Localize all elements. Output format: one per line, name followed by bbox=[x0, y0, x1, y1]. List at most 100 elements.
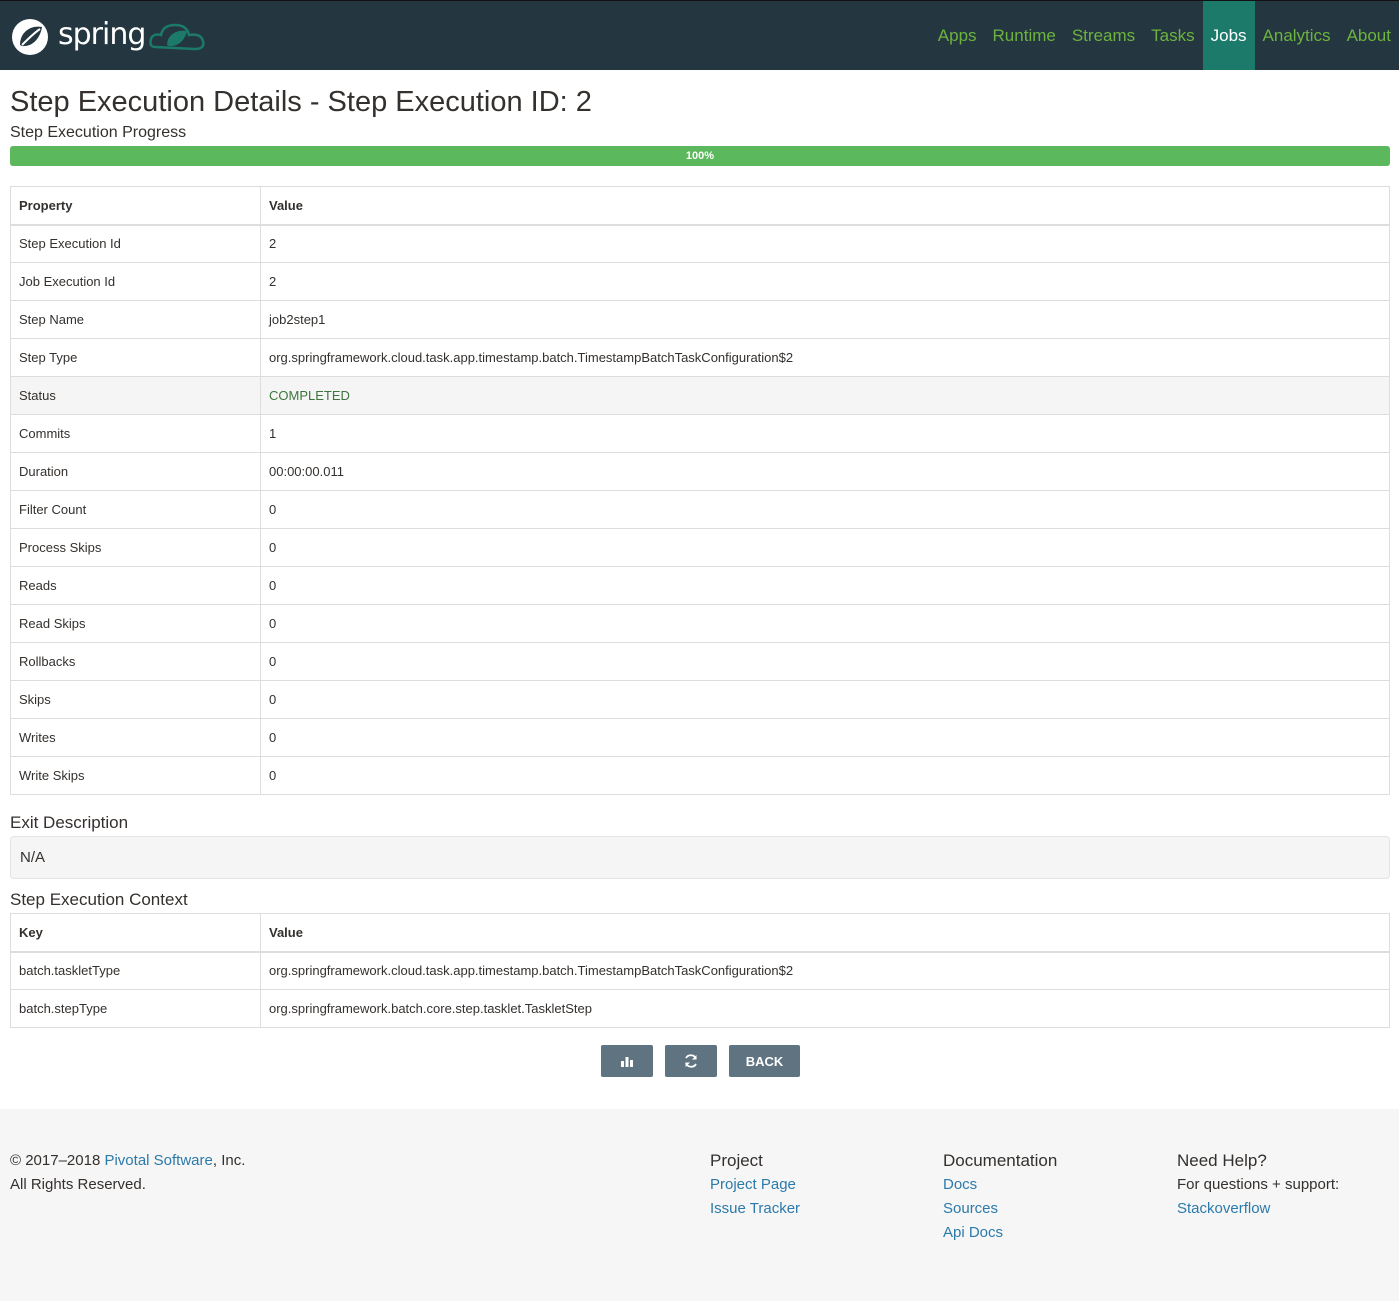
value-cell: 0 bbox=[260, 680, 1390, 719]
value-cell: job2step1 bbox=[260, 300, 1390, 339]
property-cell: Step Execution Id bbox=[10, 224, 261, 263]
footer-project: Project Project Page Issue Tracker bbox=[710, 1149, 800, 1221]
step-context-title: Step Execution Context bbox=[10, 890, 188, 909]
nav-analytics[interactable]: Analytics bbox=[1255, 1, 1339, 70]
table-row: Filter Count 0 bbox=[10, 490, 1390, 529]
table-row: Writes 0 bbox=[10, 718, 1390, 757]
refresh-icon bbox=[685, 1054, 697, 1068]
footer: © 2017–2018 Pivotal Software, Inc. All R… bbox=[0, 1109, 1399, 1301]
table-header-row: Key Value bbox=[10, 913, 1390, 953]
property-cell: Process Skips bbox=[10, 528, 261, 567]
context-value: org.springframework.cloud.task.app.times… bbox=[260, 951, 1390, 990]
progress-track: 100% bbox=[10, 146, 1390, 166]
value-cell: 0 bbox=[260, 528, 1390, 567]
pivotal-link[interactable]: Pivotal Software bbox=[104, 1152, 212, 1169]
action-buttons: BACK bbox=[601, 1045, 800, 1077]
column-header-value: Value bbox=[260, 186, 1390, 226]
table-row: Job Execution Id 2 bbox=[10, 262, 1390, 301]
back-button[interactable]: BACK bbox=[729, 1045, 800, 1077]
table-row: Step Execution Id 2 bbox=[10, 224, 1390, 263]
rights-text: All Rights Reserved. bbox=[10, 1176, 146, 1193]
footer-help: Need Help? For questions + support: Stac… bbox=[1177, 1149, 1339, 1221]
footer-project-title: Project bbox=[710, 1151, 763, 1170]
table-row: Status COMPLETED bbox=[10, 376, 1390, 415]
footer-help-text: For questions + support: bbox=[1177, 1176, 1340, 1193]
property-cell: Writes bbox=[10, 718, 261, 757]
value-cell: 0 bbox=[260, 490, 1390, 529]
property-cell: Reads bbox=[10, 566, 261, 605]
property-cell: Status bbox=[10, 376, 261, 415]
progress-chart-button[interactable] bbox=[601, 1045, 653, 1077]
property-cell: Job Execution Id bbox=[10, 262, 261, 301]
api-docs-link[interactable]: Api Docs bbox=[943, 1221, 1057, 1245]
nav-jobs[interactable]: Jobs bbox=[1202, 1, 1255, 70]
context-key: batch.taskletType bbox=[10, 951, 261, 990]
project-page-link[interactable]: Project Page bbox=[710, 1173, 800, 1197]
footer-documentation: Documentation Docs Sources Api Docs bbox=[943, 1149, 1057, 1245]
value-cell: 0 bbox=[260, 718, 1390, 757]
table-row: Rollbacks 0 bbox=[10, 642, 1390, 681]
refresh-button[interactable] bbox=[665, 1045, 717, 1077]
value-cell: 00:00:00.011 bbox=[260, 452, 1390, 491]
table-row: batch.taskletType org.springframework.cl… bbox=[10, 951, 1390, 990]
table-row: Step Type org.springframework.cloud.task.… bbox=[10, 338, 1390, 377]
value-cell: 0 bbox=[260, 604, 1390, 643]
progress-label: Step Execution Progress bbox=[10, 124, 187, 141]
column-header-value: Value bbox=[260, 913, 1390, 953]
copyright-prefix: © 2017–2018 bbox=[10, 1152, 105, 1169]
spring-logo[interactable]: spring bbox=[10, 17, 209, 57]
property-cell: Skips bbox=[10, 680, 261, 719]
property-cell: Filter Count bbox=[10, 490, 261, 529]
property-cell: Read Skips bbox=[10, 604, 261, 643]
property-cell: Step Type bbox=[10, 338, 261, 377]
copyright-line: © 2017–2018 Pivotal Software, Inc. bbox=[10, 1149, 245, 1173]
sources-link[interactable]: Sources bbox=[943, 1197, 1057, 1221]
context-value: org.springframework.batch.core.step.task… bbox=[260, 989, 1390, 1028]
footer-copyright: © 2017–2018 Pivotal Software, Inc. All R… bbox=[10, 1149, 245, 1197]
nav-runtime[interactable]: Runtime bbox=[985, 1, 1064, 70]
progress-bar: 100% bbox=[10, 146, 1390, 166]
value-cell: org.springframework.cloud.task.app.times… bbox=[260, 338, 1390, 377]
value-cell: 2 bbox=[260, 224, 1390, 263]
value-cell: 0 bbox=[260, 642, 1390, 681]
column-header-property: Property bbox=[10, 186, 261, 226]
top-navbar: spring Apps Runtime Streams Tasks Jobs A… bbox=[0, 0, 1399, 70]
table-header-row: Property Value bbox=[10, 186, 1390, 226]
exit-description-value: N/A bbox=[10, 836, 1390, 879]
table-row: Write Skips 0 bbox=[10, 756, 1390, 795]
value-cell: 0 bbox=[260, 566, 1390, 605]
value-cell: 0 bbox=[260, 756, 1390, 795]
bar-chart-icon bbox=[621, 1057, 633, 1067]
main-nav: Apps Runtime Streams Tasks Jobs Analytic… bbox=[930, 1, 1399, 70]
property-cell: Rollbacks bbox=[10, 642, 261, 681]
table-row: Commits 1 bbox=[10, 414, 1390, 453]
spring-leaf-icon bbox=[12, 19, 48, 55]
table-row: batch.stepType org.springframework.batch… bbox=[10, 989, 1390, 1028]
footer-documentation-title: Documentation bbox=[943, 1151, 1058, 1170]
issue-tracker-link[interactable]: Issue Tracker bbox=[710, 1197, 800, 1221]
value-cell: 2 bbox=[260, 262, 1390, 301]
details-body: Step Execution Id 2 Job Execution Id 2 Step … bbox=[10, 224, 1390, 795]
property-cell: Commits bbox=[10, 414, 261, 453]
page-title: Step Execution Details - Step Execution … bbox=[10, 86, 592, 118]
nav-streams[interactable]: Streams bbox=[1064, 1, 1143, 70]
brand-name: spring bbox=[58, 16, 146, 52]
nav-tasks[interactable]: Tasks bbox=[1143, 1, 1202, 70]
context-key: batch.stepType bbox=[10, 989, 261, 1028]
property-cell: Step Name bbox=[10, 300, 261, 339]
nav-about[interactable]: About bbox=[1339, 1, 1399, 70]
docs-link[interactable]: Docs bbox=[943, 1173, 1057, 1197]
copyright-suffix: , Inc. bbox=[212, 1152, 246, 1169]
table-row: Read Skips 0 bbox=[10, 604, 1390, 643]
table-row: Reads 0 bbox=[10, 566, 1390, 605]
exit-description-title: Exit Description bbox=[10, 813, 129, 832]
table-row: Step Name job2step1 bbox=[10, 300, 1390, 339]
nav-apps[interactable]: Apps bbox=[930, 1, 985, 70]
status-value: COMPLETED bbox=[260, 376, 1390, 415]
stackoverflow-link[interactable]: Stackoverflow bbox=[1177, 1197, 1339, 1221]
footer-help-title: Need Help? bbox=[1177, 1151, 1267, 1170]
table-row: Process Skips 0 bbox=[10, 528, 1390, 567]
table-row: Skips 0 bbox=[10, 680, 1390, 719]
property-cell: Write Skips bbox=[10, 756, 261, 795]
cloud-data-flow-icon bbox=[149, 23, 205, 51]
